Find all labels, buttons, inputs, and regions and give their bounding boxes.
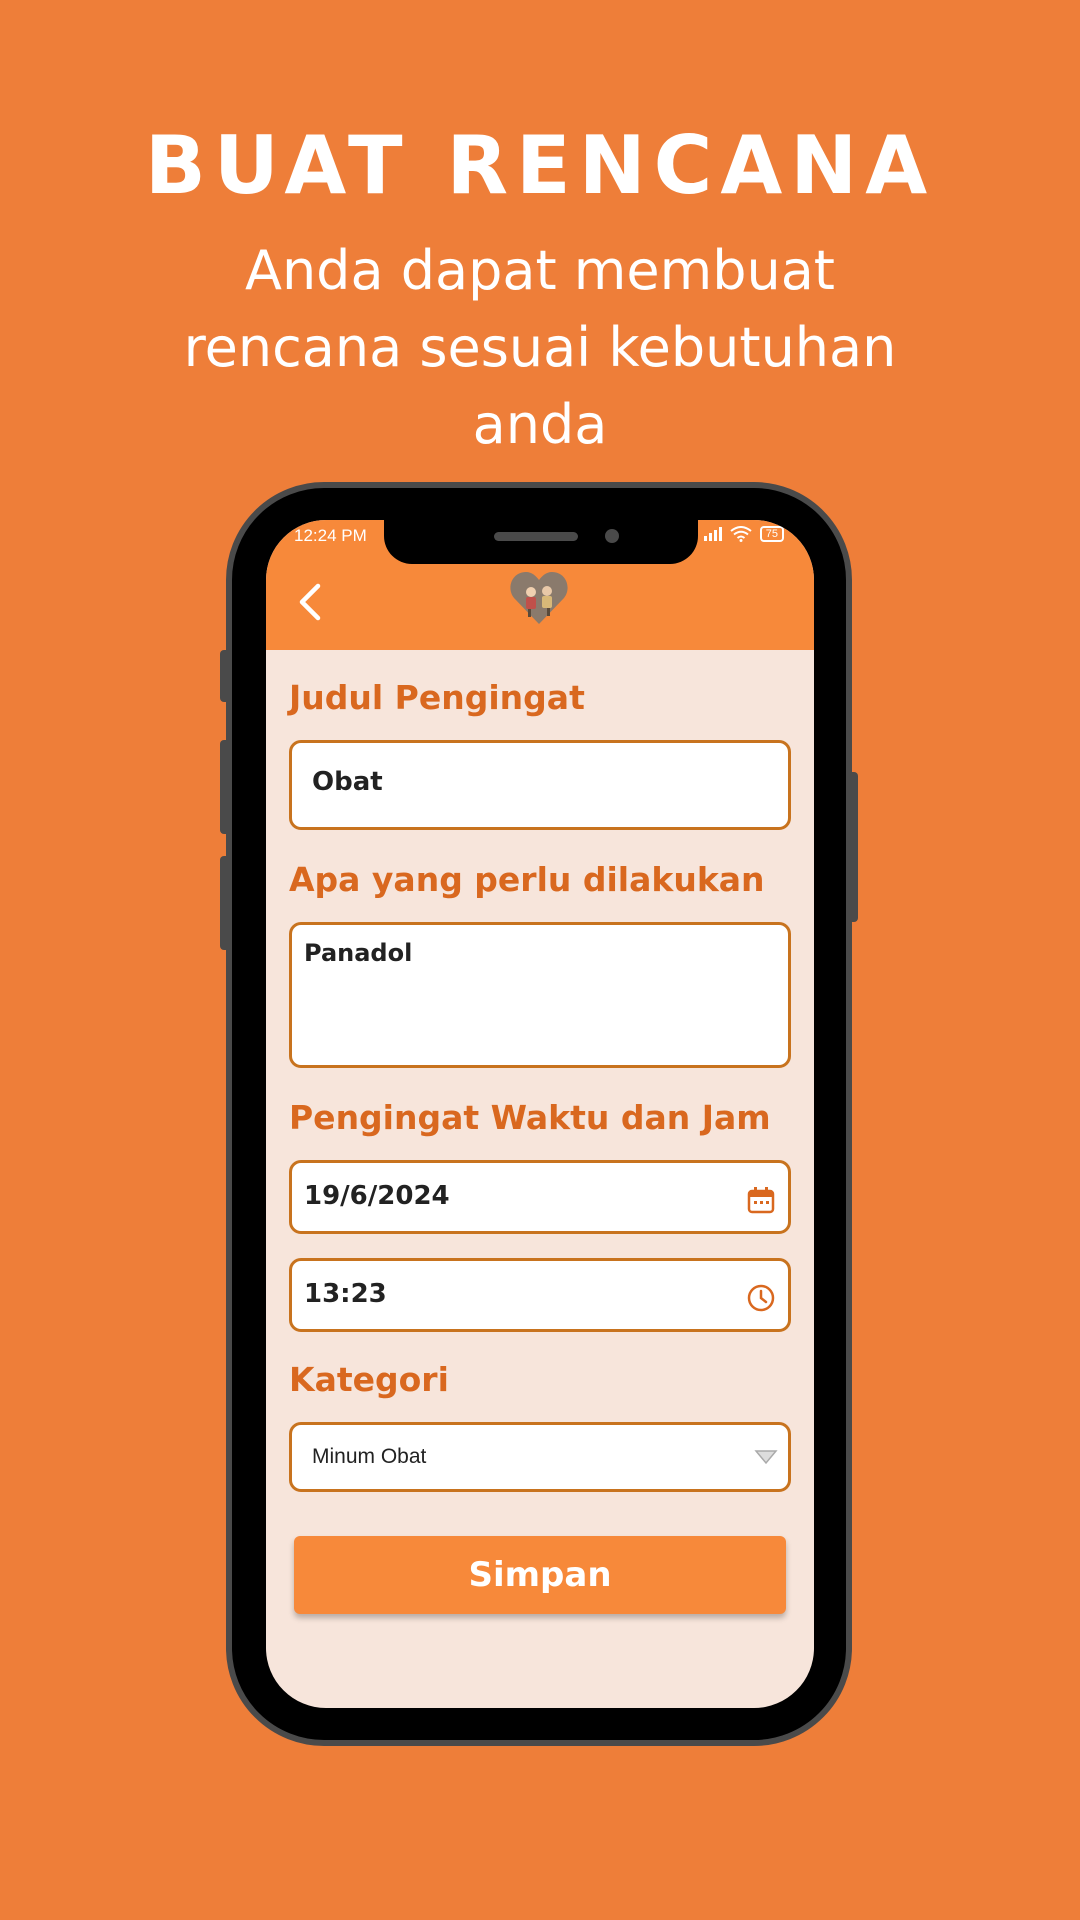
- task-textarea-value: Panadol: [304, 939, 413, 967]
- category-select-value: Minum Obat: [312, 1445, 427, 1468]
- datetime-label: Pengingat Waktu dan Jam: [289, 1098, 771, 1137]
- signal-icon: [703, 527, 722, 541]
- date-field[interactable]: 19/6/2024: [289, 1160, 791, 1234]
- calendar-icon[interactable]: [746, 1185, 776, 1215]
- time-field[interactable]: 13:23: [289, 1258, 791, 1332]
- app-screen: 12:24 PM 75 Judul Pengingat Obat Apa yan…: [266, 520, 814, 1708]
- save-button[interactable]: Simpan: [294, 1536, 786, 1614]
- title-input[interactable]: Obat: [289, 740, 791, 830]
- app-bar: [266, 552, 814, 650]
- time-field-value: 13:23: [304, 1279, 387, 1309]
- title-input-value: Obat: [312, 767, 383, 797]
- back-button[interactable]: [292, 580, 332, 624]
- status-icons: 75: [703, 526, 784, 542]
- triangle-down-icon: [754, 1450, 778, 1465]
- heart-logo: [510, 572, 568, 624]
- category-label: Kategori: [289, 1360, 449, 1399]
- status-time: 12:24 PM: [294, 526, 367, 545]
- clock-icon[interactable]: [746, 1283, 776, 1313]
- title-label: Judul Pengingat: [289, 678, 585, 717]
- wifi-icon: [730, 526, 752, 542]
- category-select[interactable]: Minum Obat: [289, 1422, 791, 1492]
- phone-camera: [605, 529, 619, 543]
- task-textarea[interactable]: Panadol: [289, 922, 791, 1068]
- promo-title: BUAT RENCANA: [144, 119, 936, 212]
- phone-speaker: [494, 532, 578, 541]
- task-label: Apa yang perlu dilakukan: [289, 860, 765, 899]
- date-field-value: 19/6/2024: [304, 1181, 450, 1211]
- battery-icon: 75: [759, 526, 784, 542]
- promo-subtitle: Anda dapat membuat rencana sesuai kebutu…: [183, 239, 897, 456]
